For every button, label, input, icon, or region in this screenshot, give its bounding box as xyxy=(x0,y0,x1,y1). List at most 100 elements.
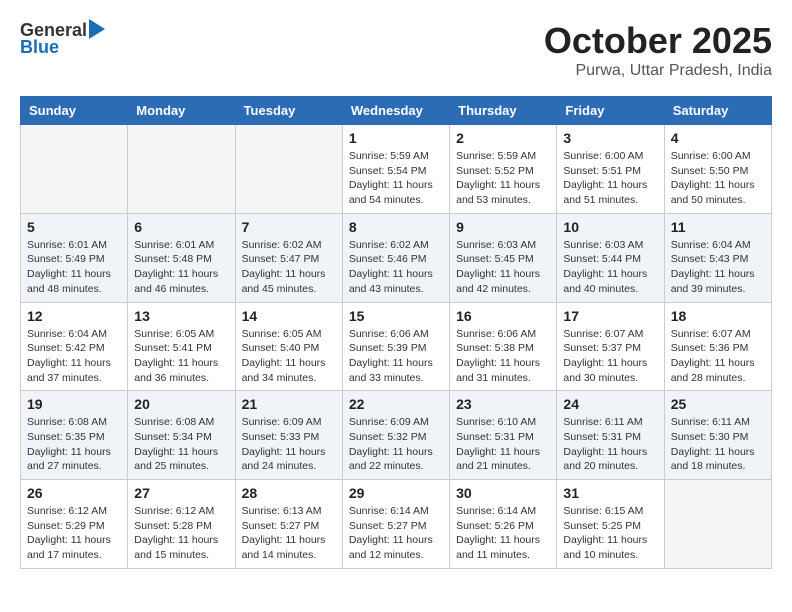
day-info: Sunrise: 6:08 AMSunset: 5:34 PMDaylight:… xyxy=(134,415,228,474)
day-of-week-header: Friday xyxy=(557,97,664,125)
day-info: Sunrise: 6:01 AMSunset: 5:49 PMDaylight:… xyxy=(27,238,121,297)
day-number: 18 xyxy=(671,308,765,324)
title-area: October 2025 Purwa, Uttar Pradesh, India xyxy=(544,20,772,80)
calendar-table: SundayMondayTuesdayWednesdayThursdayFrid… xyxy=(20,96,772,569)
day-info: Sunrise: 6:04 AMSunset: 5:42 PMDaylight:… xyxy=(27,327,121,386)
day-number: 7 xyxy=(242,219,336,235)
calendar-week-row: 1 Sunrise: 5:59 AMSunset: 5:54 PMDaylight… xyxy=(21,125,772,214)
day-info: Sunrise: 5:59 AMSunset: 5:52 PMDaylight:… xyxy=(456,149,550,208)
calendar-day-cell: 19Sunrise: 6:08 AMSunset: 5:35 PMDayligh… xyxy=(21,391,128,480)
day-info: Sunrise: 6:13 AMSunset: 5:27 PMDaylight:… xyxy=(242,504,336,563)
day-of-week-header: Thursday xyxy=(450,97,557,125)
calendar-day-cell: 31Sunrise: 6:15 AMSunset: 5:25 PMDayligh… xyxy=(557,480,664,569)
day-number: 3 xyxy=(563,130,657,146)
calendar-day-cell xyxy=(128,125,235,214)
calendar-week-row: 19Sunrise: 6:08 AMSunset: 5:35 PMDayligh… xyxy=(21,391,772,480)
day-info: Sunrise: 6:03 AMSunset: 5:45 PMDaylight:… xyxy=(456,238,550,297)
day-number: 30 xyxy=(456,485,550,501)
calendar-day-cell: 1 Sunrise: 5:59 AMSunset: 5:54 PMDaylight… xyxy=(342,125,449,214)
calendar-day-cell: 14 Sunrise: 6:05 AMSunset: 5:40 PMDayligh… xyxy=(235,302,342,391)
day-number: 12 xyxy=(27,308,121,324)
calendar-day-cell: 24 Sunrise: 6:11 AMSunset: 5:31 PMDayligh… xyxy=(557,391,664,480)
day-info: Sunrise: 6:07 AMSunset: 5:37 PMDaylight:… xyxy=(563,327,657,386)
calendar-week-row: 5 Sunrise: 6:01 AMSunset: 5:49 PMDaylight… xyxy=(21,213,772,302)
calendar-day-cell: 12 Sunrise: 6:04 AMSunset: 5:42 PMDayligh… xyxy=(21,302,128,391)
day-info: Sunrise: 6:05 AMSunset: 5:41 PMDaylight:… xyxy=(134,327,228,386)
day-info: Sunrise: 6:09 AMSunset: 5:33 PMDaylight:… xyxy=(242,415,336,474)
day-info: Sunrise: 6:09 AMSunset: 5:32 PMDaylight:… xyxy=(349,415,443,474)
day-info: Sunrise: 6:08 AMSunset: 5:35 PMDaylight:… xyxy=(27,415,121,474)
day-number: 8 xyxy=(349,219,443,235)
day-of-week-header: Wednesday xyxy=(342,97,449,125)
calendar-day-cell: 25 Sunrise: 6:11 AMSunset: 5:30 PMDayligh… xyxy=(664,391,771,480)
day-number: 1 xyxy=(349,130,443,146)
day-info: Sunrise: 6:12 AMSunset: 5:29 PMDaylight:… xyxy=(27,504,121,563)
day-number: 25 xyxy=(671,396,765,412)
month-title: October 2025 xyxy=(544,20,772,62)
calendar-day-cell xyxy=(21,125,128,214)
day-number: 16 xyxy=(456,308,550,324)
calendar-day-cell: 29Sunrise: 6:14 AMSunset: 5:27 PMDayligh… xyxy=(342,480,449,569)
calendar-day-cell: 11Sunrise: 6:04 AMSunset: 5:43 PMDayligh… xyxy=(664,213,771,302)
calendar-day-cell: 20 Sunrise: 6:08 AMSunset: 5:34 PMDayligh… xyxy=(128,391,235,480)
day-info: Sunrise: 6:02 AMSunset: 5:46 PMDaylight:… xyxy=(349,238,443,297)
day-number: 13 xyxy=(134,308,228,324)
calendar-day-cell: 4 Sunrise: 6:00 AMSunset: 5:50 PMDaylight… xyxy=(664,125,771,214)
calendar-day-cell: 15 Sunrise: 6:06 AMSunset: 5:39 PMDayligh… xyxy=(342,302,449,391)
logo-arrow-icon xyxy=(89,19,105,39)
day-of-week-header: Saturday xyxy=(664,97,771,125)
day-number: 11 xyxy=(671,219,765,235)
day-of-week-header: Monday xyxy=(128,97,235,125)
calendar-day-cell: 27 Sunrise: 6:12 AMSunset: 5:28 PMDayligh… xyxy=(128,480,235,569)
day-of-week-header: Tuesday xyxy=(235,97,342,125)
day-info: Sunrise: 6:10 AMSunset: 5:31 PMDaylight:… xyxy=(456,415,550,474)
calendar-day-cell: 9 Sunrise: 6:03 AMSunset: 5:45 PMDaylight… xyxy=(450,213,557,302)
day-number: 14 xyxy=(242,308,336,324)
day-number: 26 xyxy=(27,485,121,501)
day-number: 29 xyxy=(349,485,443,501)
logo-blue-text: Blue xyxy=(20,37,59,58)
calendar-week-row: 26 Sunrise: 6:12 AMSunset: 5:29 PMDayligh… xyxy=(21,480,772,569)
calendar-day-cell: 22 Sunrise: 6:09 AMSunset: 5:32 PMDayligh… xyxy=(342,391,449,480)
day-info: Sunrise: 6:05 AMSunset: 5:40 PMDaylight:… xyxy=(242,327,336,386)
calendar-day-cell: 3 Sunrise: 6:00 AMSunset: 5:51 PMDaylight… xyxy=(557,125,664,214)
day-number: 4 xyxy=(671,130,765,146)
page-header: General Blue October 2025 Purwa, Uttar P… xyxy=(20,20,772,80)
calendar-day-cell: 30Sunrise: 6:14 AMSunset: 5:26 PMDayligh… xyxy=(450,480,557,569)
calendar-header-row: SundayMondayTuesdayWednesdayThursdayFrid… xyxy=(21,97,772,125)
day-number: 22 xyxy=(349,396,443,412)
day-info: Sunrise: 6:02 AMSunset: 5:47 PMDaylight:… xyxy=(242,238,336,297)
day-number: 9 xyxy=(456,219,550,235)
calendar-day-cell: 18 Sunrise: 6:07 AMSunset: 5:36 PMDayligh… xyxy=(664,302,771,391)
day-info: Sunrise: 6:11 AMSunset: 5:30 PMDaylight:… xyxy=(671,415,765,474)
day-number: 2 xyxy=(456,130,550,146)
day-number: 15 xyxy=(349,308,443,324)
day-info: Sunrise: 6:12 AMSunset: 5:28 PMDaylight:… xyxy=(134,504,228,563)
day-info: Sunrise: 6:03 AMSunset: 5:44 PMDaylight:… xyxy=(563,238,657,297)
calendar-week-row: 12 Sunrise: 6:04 AMSunset: 5:42 PMDayligh… xyxy=(21,302,772,391)
day-number: 20 xyxy=(134,396,228,412)
day-info: Sunrise: 5:59 AMSunset: 5:54 PMDaylight:… xyxy=(349,149,443,208)
day-number: 27 xyxy=(134,485,228,501)
day-info: Sunrise: 6:11 AMSunset: 5:31 PMDaylight:… xyxy=(563,415,657,474)
day-info: Sunrise: 6:07 AMSunset: 5:36 PMDaylight:… xyxy=(671,327,765,386)
calendar-day-cell: 16 Sunrise: 6:06 AMSunset: 5:38 PMDayligh… xyxy=(450,302,557,391)
day-number: 24 xyxy=(563,396,657,412)
day-info: Sunrise: 6:06 AMSunset: 5:39 PMDaylight:… xyxy=(349,327,443,386)
day-number: 10 xyxy=(563,219,657,235)
day-number: 28 xyxy=(242,485,336,501)
calendar-day-cell: 23Sunrise: 6:10 AMSunset: 5:31 PMDayligh… xyxy=(450,391,557,480)
day-info: Sunrise: 6:00 AMSunset: 5:50 PMDaylight:… xyxy=(671,149,765,208)
calendar-day-cell: 6Sunrise: 6:01 AMSunset: 5:48 PMDaylight… xyxy=(128,213,235,302)
calendar-day-cell: 5 Sunrise: 6:01 AMSunset: 5:49 PMDaylight… xyxy=(21,213,128,302)
day-info: Sunrise: 6:00 AMSunset: 5:51 PMDaylight:… xyxy=(563,149,657,208)
calendar-day-cell: 7 Sunrise: 6:02 AMSunset: 5:47 PMDaylight… xyxy=(235,213,342,302)
day-of-week-header: Sunday xyxy=(21,97,128,125)
calendar-day-cell: 13 Sunrise: 6:05 AMSunset: 5:41 PMDayligh… xyxy=(128,302,235,391)
day-info: Sunrise: 6:06 AMSunset: 5:38 PMDaylight:… xyxy=(456,327,550,386)
day-number: 6 xyxy=(134,219,228,235)
calendar-day-cell xyxy=(664,480,771,569)
calendar-day-cell: 10 Sunrise: 6:03 AMSunset: 5:44 PMDayligh… xyxy=(557,213,664,302)
calendar-day-cell: 21Sunrise: 6:09 AMSunset: 5:33 PMDayligh… xyxy=(235,391,342,480)
day-number: 5 xyxy=(27,219,121,235)
